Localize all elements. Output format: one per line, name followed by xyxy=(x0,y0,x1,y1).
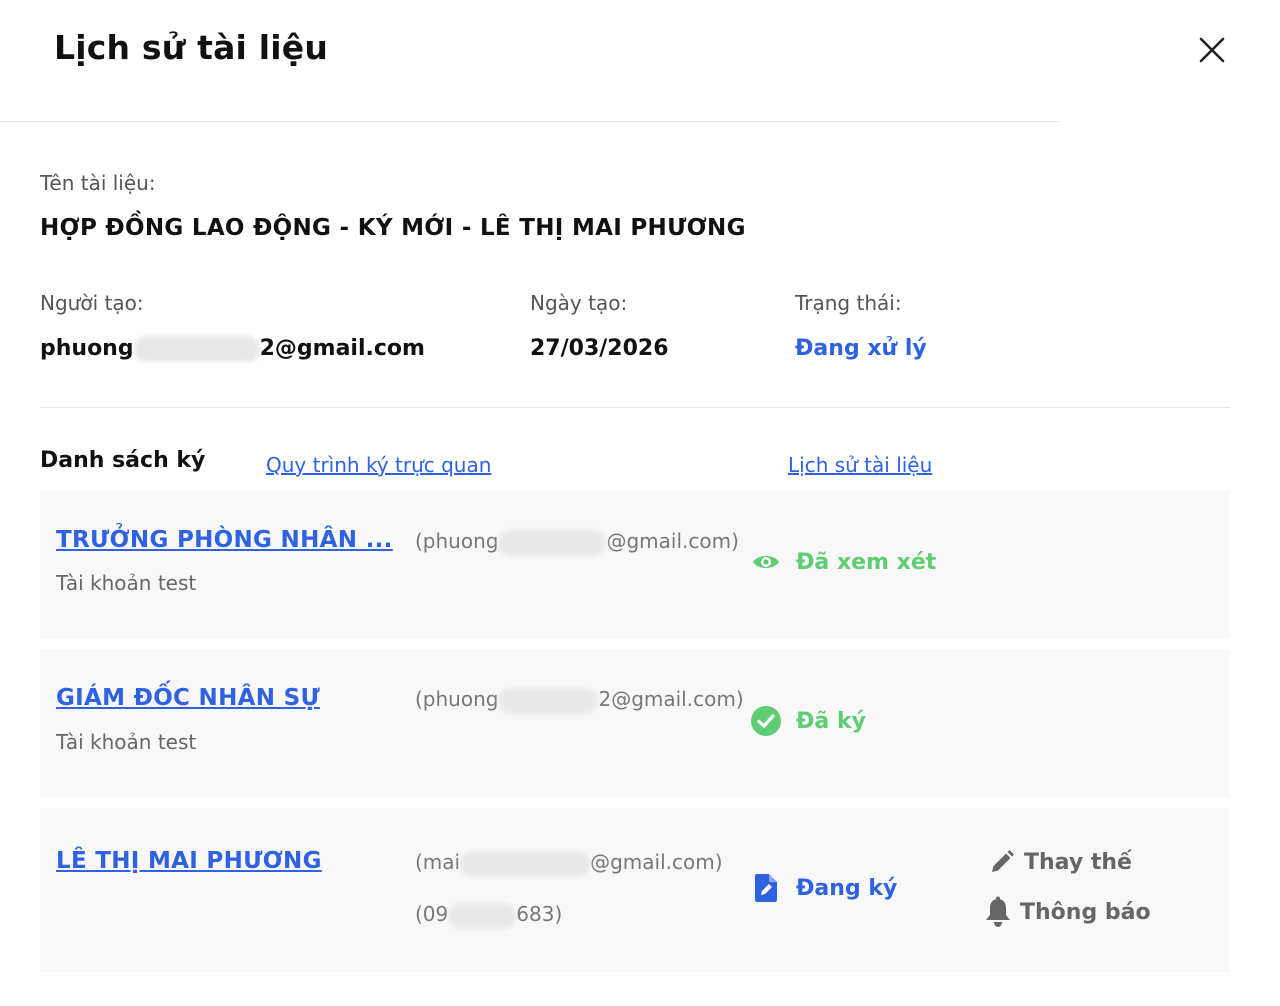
signer-email: (phuong @gmail.com) xyxy=(415,529,739,556)
bell-icon xyxy=(982,896,1014,928)
document-history-link[interactable]: Lịch sử tài liệu xyxy=(788,453,932,477)
replace-action-label: Thay thế xyxy=(1024,849,1132,875)
notify-action-label: Thông báo xyxy=(1020,899,1151,925)
signer-email-prefix: (phuong xyxy=(415,529,499,553)
creator-email-suffix: 2@gmail.com xyxy=(259,336,425,361)
eye-icon xyxy=(750,546,782,578)
notify-action[interactable]: Thông báo xyxy=(982,896,1151,928)
redacted-text xyxy=(498,687,599,714)
document-name: HỢP ĐỒNG LAO ĐỘNG - KÝ MỚI - LÊ THỊ MAI … xyxy=(40,215,746,241)
redacted-text xyxy=(448,902,517,929)
sign-document-icon xyxy=(750,872,782,904)
redacted-text xyxy=(460,850,591,877)
document-status: Đang xử lý xyxy=(795,336,927,361)
document-name-label: Tên tài liệu: xyxy=(40,171,156,195)
signer-email-suffix: @gmail.com) xyxy=(590,850,723,874)
signer-name[interactable]: TRƯỞNG PHÒNG NHÂN ... xyxy=(56,527,393,553)
creator-label: Người tạo: xyxy=(40,291,144,315)
close-button[interactable] xyxy=(1192,30,1232,70)
created-date-label: Ngày tạo: xyxy=(530,291,628,315)
modal-header: Lịch sử tài liệu xyxy=(0,0,1280,122)
signer-phone-suffix: 683) xyxy=(516,902,563,926)
check-circle-icon xyxy=(750,705,782,737)
signer-email: (mai @gmail.com) xyxy=(415,850,723,877)
signer-email-suffix: 2@gmail.com) xyxy=(598,687,744,711)
signer-status: Đã xem xét xyxy=(750,546,936,578)
redacted-text xyxy=(498,529,607,556)
creator-email: phuong 2@gmail.com xyxy=(40,336,425,362)
signer-card: GIÁM ĐỐC NHÂN SỰ Tài khoản test (phuong 2… xyxy=(40,649,1230,798)
signer-name[interactable]: LÊ THỊ MAI PHƯƠNG xyxy=(56,848,322,874)
signer-status: Đang ký xyxy=(750,872,897,904)
signer-email-prefix: (mai xyxy=(415,850,461,874)
signer-email: (phuong 2@gmail.com) xyxy=(415,687,744,714)
signer-name[interactable]: GIÁM ĐỐC NHÂN SỰ xyxy=(56,685,320,711)
signer-email-suffix: @gmail.com) xyxy=(606,529,739,553)
close-icon xyxy=(1199,37,1225,63)
signer-card: TRƯỞNG PHÒNG NHÂN ... Tài khoản test (ph… xyxy=(40,491,1230,639)
signer-phone: (09 683) xyxy=(415,902,562,929)
signer-card: LÊ THỊ MAI PHƯƠNG (mai @gmail.com) (09 683… xyxy=(40,808,1230,972)
redacted-text xyxy=(133,336,260,362)
section-divider xyxy=(40,407,1230,408)
signer-phone-prefix: (09 xyxy=(415,902,449,926)
signer-status: Đã ký xyxy=(750,705,866,737)
created-date: 27/03/2026 xyxy=(530,336,669,361)
creator-email-prefix: phuong xyxy=(40,336,134,361)
modal-title: Lịch sử tài liệu xyxy=(54,28,329,67)
signer-subtitle: Tài khoản test xyxy=(56,571,197,595)
header-divider xyxy=(0,121,1060,122)
status-label: Trạng thái: xyxy=(795,291,902,315)
signer-subtitle: Tài khoản test xyxy=(56,730,197,754)
signer-status-text: Đã xem xét xyxy=(796,549,937,575)
signing-list-heading: Danh sách ký xyxy=(40,448,206,473)
visual-flow-link[interactable]: Quy trình ký trực quan xyxy=(266,453,491,477)
signer-email-prefix: (phuong xyxy=(415,687,499,711)
pencil-icon xyxy=(986,846,1018,878)
signer-status-text: Đã ký xyxy=(796,708,866,734)
signer-status-text: Đang ký xyxy=(796,875,898,901)
replace-action[interactable]: Thay thế xyxy=(986,846,1132,878)
